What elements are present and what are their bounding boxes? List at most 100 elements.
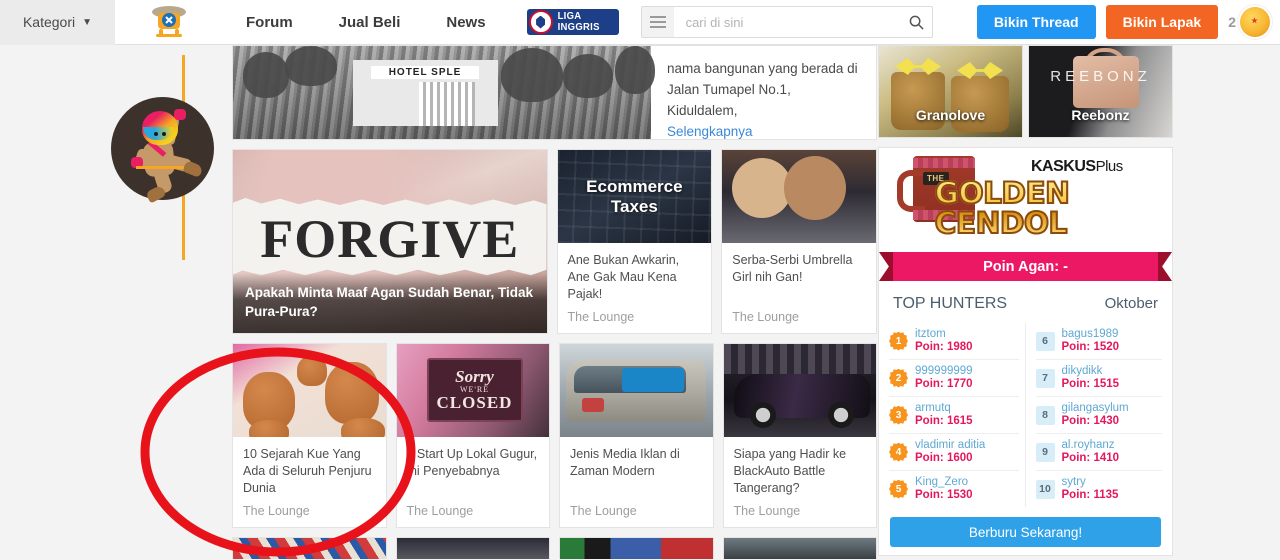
thumb-sign-line-3: CLOSED: [436, 393, 513, 412]
hunter-name[interactable]: bagus1989: [1062, 328, 1120, 341]
ad-card-reebonz[interactable]: REEBONZ Reebonz: [1028, 45, 1173, 138]
hanging-mascot-decoration: [100, 45, 235, 295]
news-teaser-more-link[interactable]: Selengkapnya: [667, 121, 862, 139]
brand-suffix: Plus: [1095, 158, 1124, 175]
featured-image-word: FORGIVE: [260, 209, 520, 269]
hunter-row[interactable]: 1 itztom Poin: 1980: [889, 323, 1019, 360]
hunter-row[interactable]: 2 999999999 Poin: 1770: [889, 360, 1019, 397]
article-title: Serba-Serbi Umbrella Girl nih Gan!: [732, 253, 853, 284]
article-card[interactable]: Jenis Media Iklan di Zaman Modern The Lo…: [559, 343, 714, 528]
news-teaser-line-2: Jalan Tumapel No.1, Kiduldalem,: [667, 82, 791, 118]
hunter-name[interactable]: al.royhanz: [1062, 439, 1120, 452]
hunter-name[interactable]: 999999999: [915, 365, 973, 378]
thumb-sign-line-1: Sorry: [455, 367, 494, 386]
golden-cendol-title: GOLDEN CENDOL: [934, 177, 1172, 239]
nav-item-forum[interactable]: Forum: [223, 14, 316, 31]
ad-label: Granolove: [915, 107, 986, 123]
hunter-points: Poin: 1600: [915, 452, 973, 464]
rank-medal-icon: 4: [889, 442, 908, 462]
hunter-row[interactable]: 10 sytry Poin: 1135: [1035, 471, 1163, 507]
hunter-row[interactable]: 8 gilangasylum Poin: 1430: [1035, 397, 1162, 434]
article-card[interactable]: 10 Sejarah Kue Yang Ada di Seluruh Penju…: [232, 343, 387, 528]
notification-avatar[interactable]: 2: [1228, 7, 1270, 37]
mascot-glove-right: [174, 109, 186, 120]
hunter-name[interactable]: dikydikk: [1062, 365, 1120, 378]
chevron-down-icon: ▼: [82, 16, 93, 28]
hunter-points: Poin: 1135: [1061, 489, 1119, 501]
featured-article-card[interactable]: FORGIVE Apakah Minta Maaf Agan Sudah Ben…: [232, 149, 548, 334]
hunter-points: Poin: 1430: [1061, 415, 1120, 427]
kategori-menu-button[interactable]: Kategori ▼: [0, 0, 115, 45]
hunter-row[interactable]: 4 vladimir aditia Poin: 1600: [889, 434, 1019, 471]
hunter-name[interactable]: King_Zero: [915, 476, 973, 489]
rank-medal-icon: 1: [889, 331, 908, 351]
berburu-sekarang-button[interactable]: Berburu Sekarang!: [890, 517, 1161, 547]
article-category: The Lounge: [732, 310, 799, 324]
header-actions: Bikin Thread Bikin Lapak 2: [976, 5, 1280, 39]
news-teaser-image-sign: HOTEL SPLE: [371, 66, 479, 79]
article-category: The Lounge: [243, 504, 310, 518]
liga-seal-icon: [528, 10, 553, 34]
brand-name: KASKUS: [1031, 158, 1096, 175]
news-teaser-card[interactable]: HOTEL SPLE nama bangunan yang berada di …: [232, 45, 877, 140]
article-category: The Lounge: [570, 504, 637, 518]
ad-card-granolove[interactable]: Granolove: [878, 45, 1023, 138]
hunter-name[interactable]: itztom: [915, 328, 973, 341]
article-title: Siapa yang Hadir ke BlackAuto Battle Tan…: [733, 447, 847, 495]
article-card[interactable]: Sorry WE'RE CLOSED 7 Start Up Lokal Gugu…: [395, 343, 550, 528]
articles-row-3-partial: [232, 537, 877, 559]
ad-label: Reebonz: [1071, 107, 1130, 123]
hunter-row[interactable]: 3 armutq Poin: 1615: [889, 397, 1019, 434]
hunter-name[interactable]: sytry: [1062, 476, 1119, 489]
article-card[interactable]: Ecommerce Taxes Ane Bukan Awkarin, Ane G…: [556, 149, 713, 334]
kaskus-mascot-logo-icon: [152, 6, 186, 37]
top-hunters-column-left: 1 itztom Poin: 1980 2 999999999 Poin: 17…: [889, 323, 1026, 507]
rank-medal-icon: 5: [889, 479, 908, 499]
search-box: [640, 6, 933, 38]
hunter-name[interactable]: armutq: [915, 402, 973, 415]
article-thumbnail: [560, 344, 713, 437]
articles-row-2: 10 Sejarah Kue Yang Ada di Seluruh Penju…: [232, 343, 877, 528]
rank-number-badge: 7: [1035, 368, 1055, 388]
top-hunters-title: TOP HUNTERS: [893, 295, 1008, 312]
article-title: 7 Start Up Lokal Gugur, Ini Penyebabnya: [406, 447, 538, 478]
article-category: The Lounge: [567, 310, 635, 324]
hamburger-menu-icon[interactable]: [641, 7, 674, 37]
user-avatar-icon[interactable]: [1240, 7, 1270, 37]
create-lapak-button[interactable]: Bikin Lapak: [1105, 5, 1219, 39]
create-thread-button[interactable]: Bikin Thread: [976, 5, 1096, 39]
article-thumbnail[interactable]: [232, 537, 387, 559]
kategori-label: Kategori: [22, 14, 76, 30]
mascot-eye-left: [154, 132, 158, 136]
liga-inggris-badge[interactable]: LIGA INGGRIS: [526, 9, 619, 35]
article-thumbnail: [723, 344, 876, 437]
top-hunters-header: TOP HUNTERS Oktober: [879, 281, 1172, 323]
rank-medal-icon: 2: [889, 368, 908, 388]
sidebar: Granolove REEBONZ Reebonz THE KASKUSPlus…: [878, 45, 1173, 556]
article-category: The Lounge: [733, 504, 801, 518]
hunter-row[interactable]: 9 al.royhanz Poin: 1410: [1035, 434, 1162, 471]
article-thumbnail: Sorry WE'RE CLOSED: [396, 344, 549, 437]
article-card[interactable]: Serba-Serbi Umbrella Girl nih Gan! The L…: [721, 149, 877, 334]
top-hunters-column-right: 6 bagus1989 Poin: 1520 7 dikydikk Poin: …: [1026, 323, 1163, 507]
nav-item-news[interactable]: News: [423, 14, 508, 31]
hunter-row[interactable]: 6 bagus1989 Poin: 1520: [1035, 323, 1162, 360]
article-thumbnail[interactable]: [722, 537, 877, 559]
kaskus-plus-brand: KASKUSPlus: [1031, 158, 1123, 176]
hunter-name[interactable]: vladimir aditia: [915, 439, 985, 452]
hunter-row[interactable]: 7 dikydikk Poin: 1515: [1035, 360, 1162, 397]
article-thumbnail[interactable]: [559, 537, 714, 559]
featured-article-title: Apakah Minta Maaf Agan Sudah Benar, Tida…: [233, 273, 547, 333]
nav-item-jual-beli[interactable]: Jual Beli: [316, 14, 424, 31]
article-thumbnail[interactable]: [395, 537, 550, 559]
ad-row: Granolove REEBONZ Reebonz: [878, 45, 1173, 138]
points-label: Poin Agan: -: [893, 252, 1158, 281]
hunter-name[interactable]: gilangasylum: [1062, 402, 1129, 415]
kaskus-logo[interactable]: [115, 0, 223, 45]
hunter-row[interactable]: 5 King_Zero Poin: 1530: [889, 471, 1019, 507]
search-input[interactable]: [673, 14, 902, 30]
search-icon[interactable]: [902, 15, 932, 30]
hunter-points: Poin: 1530: [915, 489, 973, 501]
golden-cendol-panel: THE KASKUSPlus GOLDEN CENDOL Poin Agan: …: [878, 147, 1173, 556]
article-card[interactable]: Siapa yang Hadir ke BlackAuto Battle Tan…: [722, 343, 877, 528]
